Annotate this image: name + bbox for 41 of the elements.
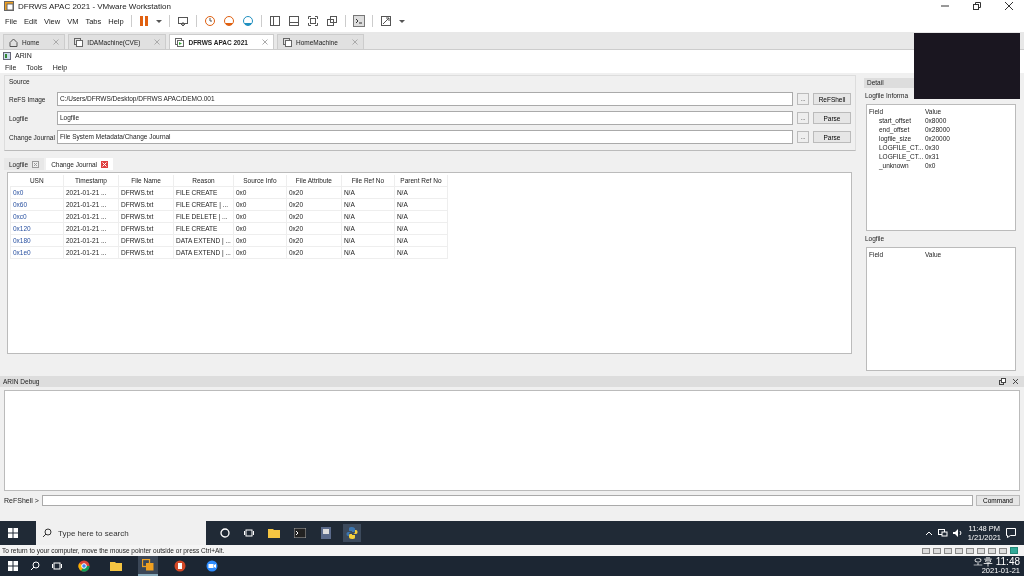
speaker-icon[interactable] <box>952 529 963 538</box>
stretch-icon[interactable] <box>379 15 392 28</box>
close-icon[interactable] <box>1012 378 1019 386</box>
thumbnail-view-icon[interactable] <box>287 15 300 28</box>
console-view-icon[interactable] <box>352 15 365 28</box>
search-icon <box>42 528 52 539</box>
python-icon[interactable] <box>346 527 358 540</box>
clock-time: 오후 11:48 <box>972 557 1020 567</box>
snapshot-icon[interactable] <box>203 15 216 28</box>
terminal-icon[interactable] <box>294 528 306 539</box>
notification-icon[interactable] <box>1006 528 1016 539</box>
cortana-icon[interactable] <box>220 528 230 539</box>
float-icon[interactable] <box>999 378 1006 386</box>
task-view-icon[interactable] <box>52 561 62 571</box>
vm-icon <box>142 559 154 571</box>
browser-icon <box>78 560 90 572</box>
windows-icon[interactable] <box>8 528 18 539</box>
unity-icon[interactable] <box>325 15 338 28</box>
search-icon[interactable] <box>30 561 40 571</box>
video-call-icon <box>206 560 218 572</box>
window-title: DFRWS APAC 2021 - VMware Workstation <box>18 1 172 11</box>
folder-icon <box>110 560 122 572</box>
vm-icon <box>282 37 292 47</box>
caret-up-icon[interactable] <box>924 530 933 537</box>
home-icon <box>9 37 18 47</box>
close-icon[interactable] <box>1004 1 1014 12</box>
search-placeholder: Type here to search <box>58 528 129 538</box>
command-field[interactable] <box>41 495 973 507</box>
search-field[interactable]: Type here to search <box>36 521 206 546</box>
sidebar-view-icon[interactable] <box>268 15 281 28</box>
full-screen-icon[interactable] <box>306 15 319 28</box>
app-window-icon[interactable] <box>320 527 332 540</box>
task-view-icon[interactable] <box>244 528 254 539</box>
network-icon[interactable] <box>937 529 948 538</box>
vm-icon <box>74 37 84 47</box>
restore-icon[interactable] <box>972 1 982 12</box>
windows-icon[interactable] <box>8 561 18 571</box>
vm-icon <box>175 37 185 47</box>
folder-icon[interactable] <box>268 528 280 539</box>
app-icon <box>3 51 11 60</box>
pause-icon[interactable] <box>138 16 149 27</box>
